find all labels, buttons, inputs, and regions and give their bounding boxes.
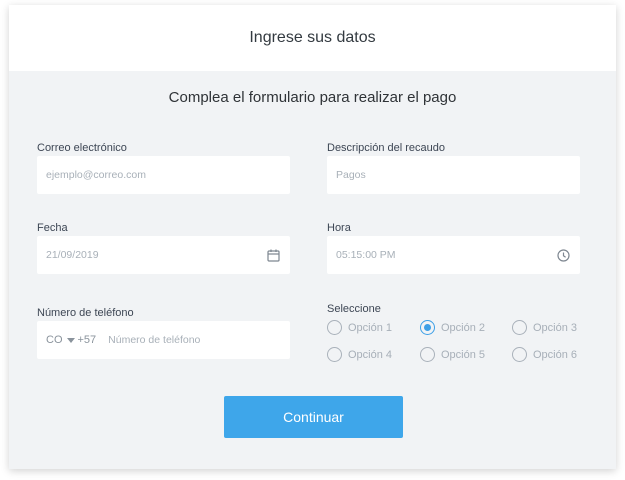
radio-option-6[interactable]: Opción 6 [512, 347, 577, 362]
card-header: Ingrese sus datos [9, 5, 616, 71]
time-label: Hora [327, 222, 351, 234]
radio-option-3[interactable]: Opción 3 [512, 320, 577, 335]
radio-circle-icon [327, 320, 342, 335]
radio-label: Opción 5 [441, 348, 486, 361]
radio-option-4[interactable]: Opción 4 [327, 347, 392, 362]
phone-field[interactable]: CO +57 Número de teléfono [37, 321, 290, 359]
description-field[interactable]: Pagos [327, 156, 580, 194]
email-label: Correo electrónico [37, 142, 127, 154]
country-code: CO [46, 334, 63, 346]
radio-circle-icon [512, 347, 527, 362]
radio-label: Opción 2 [441, 321, 486, 334]
radio-label: Opción 1 [348, 321, 393, 334]
description-placeholder: Pagos [336, 169, 366, 181]
payment-form-card: Ingrese sus datos Complea el formulario … [9, 5, 616, 469]
radio-label: Opción 3 [533, 321, 578, 334]
date-field[interactable]: 21/09/2019 [37, 236, 290, 274]
continue-button[interactable]: Continuar [224, 396, 403, 438]
date-value: 21/09/2019 [46, 249, 99, 261]
date-label: Fecha [37, 222, 68, 234]
radio-option-5[interactable]: Opción 5 [420, 347, 485, 362]
email-field[interactable]: ejemplo@correo.com [37, 156, 290, 194]
email-placeholder: ejemplo@correo.com [46, 169, 146, 181]
phone-label: Número de teléfono [37, 307, 134, 319]
radio-label: Opción 6 [533, 348, 578, 361]
radio-circle-icon [512, 320, 527, 335]
radio-checked-icon [420, 320, 435, 335]
radio-circle-icon [420, 347, 435, 362]
clock-icon[interactable] [556, 248, 570, 262]
radio-circle-icon [327, 347, 342, 362]
caret-down-icon [66, 337, 75, 343]
time-value: 05:15:00 PM [336, 249, 396, 261]
radio-option-1[interactable]: Opción 1 [327, 320, 392, 335]
radio-label: Opción 4 [348, 348, 393, 361]
calendar-icon[interactable] [266, 248, 280, 262]
dial-code: +57 [77, 334, 97, 346]
description-label: Descripción del recaudo [327, 142, 446, 154]
country-selector[interactable]: CO [46, 334, 78, 346]
select-label: Seleccione [327, 303, 381, 315]
time-field[interactable]: 05:15:00 PM [327, 236, 580, 274]
form-subtitle: Complea el formulario para realizar el p… [168, 89, 457, 106]
phone-placeholder: Número de teléfono [108, 334, 201, 346]
page-title: Ingrese sus datos [249, 29, 376, 46]
radio-option-2[interactable]: Opción 2 [420, 320, 485, 335]
